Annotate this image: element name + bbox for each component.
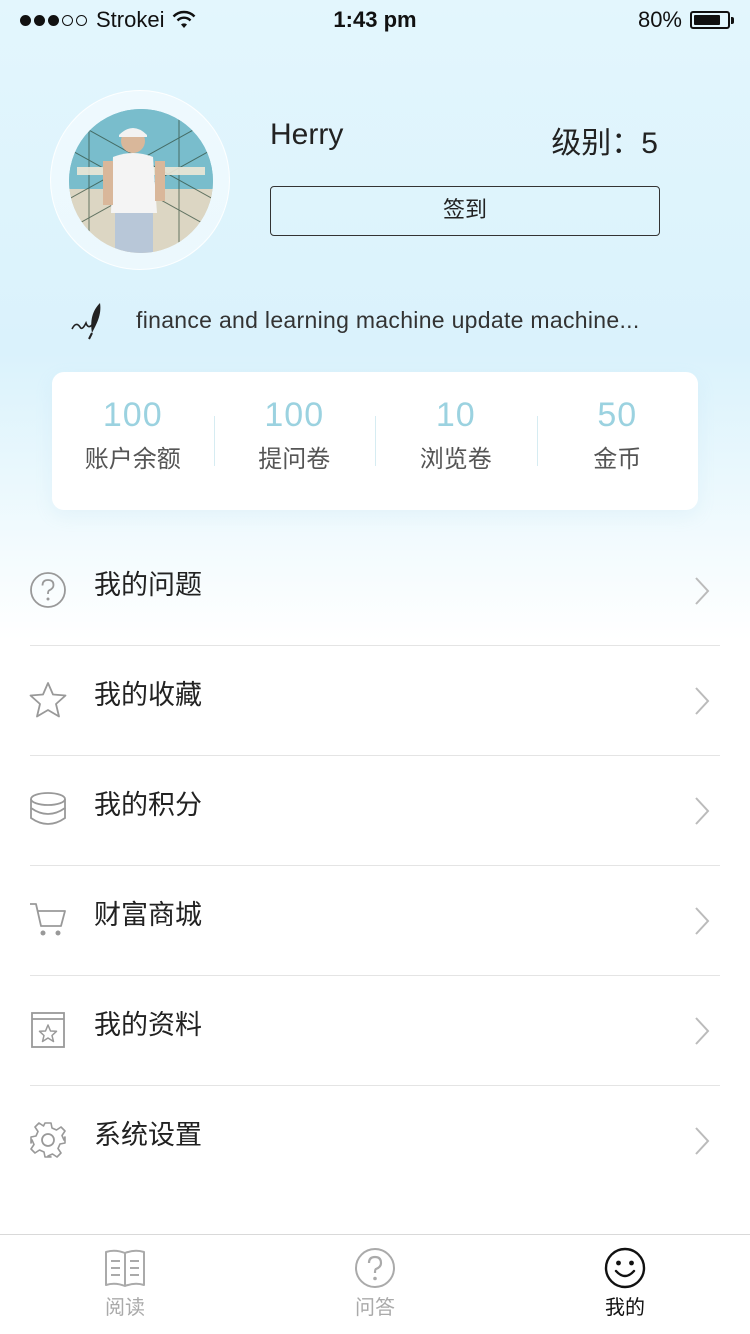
question-circle-icon [30,572,66,608]
tab-reading[interactable]: 阅读 [0,1235,250,1334]
book-icon [105,1249,145,1287]
stat-value: 10 [435,396,476,434]
smiley-icon [604,1247,646,1289]
battery-percent: 80% [637,7,682,32]
tab-label: 问答 [355,1295,395,1319]
menu-item-settings[interactable]: 系统设置 [0,1086,750,1196]
menu-item-my-questions[interactable]: 我的问题 [0,536,750,646]
user-level: 级别：5 [551,127,658,160]
menu-label: 系统设置 [94,1120,202,1151]
menu-item-wealth-mall[interactable]: 财富商城 [0,866,750,976]
battery-fill [694,15,720,25]
avatar-photo [69,109,213,253]
tab-mine[interactable]: 我的 [500,1235,750,1334]
stat-label: 账户余额 [84,445,181,473]
stat-browse-tickets[interactable]: 10 浏览卷 [375,372,537,510]
signature-row[interactable]: finance and learning machine update mach… [70,298,640,342]
stat-balance[interactable]: 100 账户余额 [52,372,214,510]
stats-card: 100 账户余额 100 提问卷 10 浏览卷 50 金币 [52,372,698,510]
question-circle-icon [355,1248,395,1288]
tab-label: 阅读 [105,1295,145,1319]
gear-icon [30,1122,66,1158]
menu-label: 我的收藏 [94,680,202,711]
stat-label: 金币 [593,445,642,473]
stat-label: 提问卷 [258,445,331,473]
avatar-ring[interactable] [50,90,230,270]
profile-page: Strokei 1:43 pm 80% Herry 级别：5 签到 financ… [0,0,750,1334]
stat-label: 浏览卷 [419,445,492,473]
menu-label: 我的资料 [94,1010,202,1041]
star-icon [29,682,67,718]
menu-item-my-profile[interactable]: 我的资料 [0,976,750,1086]
signature-text: finance and learning machine update mach… [136,306,640,333]
tab-label: 我的 [605,1295,645,1319]
menu-item-my-favorites[interactable]: 我的收藏 [0,646,750,756]
tab-bar: 阅读 问答 我的 [0,1234,750,1334]
battery-icon [690,11,734,29]
chevron-right-icon [695,907,710,935]
quill-icon [71,303,101,340]
cart-icon [30,903,66,936]
battery-cap [731,17,734,24]
chevron-right-icon [695,577,710,605]
stat-coins[interactable]: 50 金币 [536,372,699,510]
chevron-right-icon [695,1127,710,1155]
stat-value: 50 [597,396,638,434]
chevron-right-icon [695,797,710,825]
profile-book-icon [31,1012,65,1048]
menu-label: 财富商城 [94,900,202,931]
stat-value: 100 [264,396,325,434]
coins-icon [30,792,66,825]
tab-qa[interactable]: 问答 [250,1235,500,1334]
stat-question-tickets[interactable]: 100 提问卷 [213,372,376,510]
menu-label: 我的问题 [94,570,202,601]
menu-label: 我的积分 [94,790,202,821]
chevron-right-icon [695,1017,710,1045]
status-bar: Strokei 1:43 pm 80% [0,0,750,40]
stat-value: 100 [102,396,163,434]
checkin-button[interactable]: 签到 [270,186,660,236]
menu-list: 我的问题 我的收藏 我的积分 财富商城 我的资料 系统设置 [0,536,750,1196]
username: Herry [270,118,344,151]
avatar[interactable] [69,109,213,253]
battery-status: 80% [637,6,734,34]
chevron-right-icon [695,687,710,715]
menu-item-my-points[interactable]: 我的积分 [0,756,750,866]
